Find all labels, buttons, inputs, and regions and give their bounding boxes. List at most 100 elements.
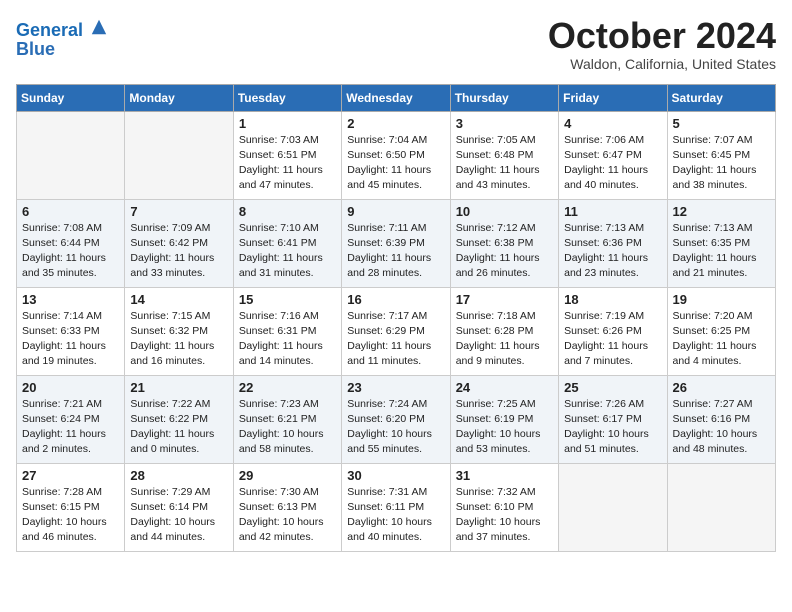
day-number: 12: [673, 204, 770, 219]
day-detail: Sunrise: 7:12 AM Sunset: 6:38 PM Dayligh…: [456, 221, 553, 282]
week-row-1: 1Sunrise: 7:03 AM Sunset: 6:51 PM Daylig…: [17, 111, 776, 199]
calendar-cell: 6Sunrise: 7:08 AM Sunset: 6:44 PM Daylig…: [17, 199, 125, 287]
day-number: 19: [673, 292, 770, 307]
calendar-cell: 29 Sunrise: 7:30 AM Sunset: 6:13 PM Dayli…: [233, 463, 341, 551]
day-number: 3: [456, 116, 553, 131]
calendar-cell: 21Sunrise: 7:22 AM Sunset: 6:22 PM Dayli…: [125, 375, 233, 463]
day-detail: Sunrise: 7:04 AM Sunset: 6:50 PM Dayligh…: [347, 133, 444, 194]
day-detail: Sunrise: 7:19 AM Sunset: 6:26 PM Dayligh…: [564, 309, 661, 370]
calendar-cell: 20 Sunrise: 7:21 AM Sunset: 6:24 PM Dayli…: [17, 375, 125, 463]
day-detail: Sunrise: 7:26 AM Sunset: 6:17 PM Dayligh…: [564, 397, 661, 458]
day-number: 23: [347, 380, 444, 395]
logo-text: General: [16, 16, 108, 41]
day-number: 11: [564, 204, 661, 219]
day-detail: Sunrise: 7:07 AM Sunset: 6:45 PM Dayligh…: [673, 133, 770, 194]
calendar-cell: 1Sunrise: 7:03 AM Sunset: 6:51 PM Daylig…: [233, 111, 341, 199]
day-number: 22: [239, 380, 336, 395]
day-number: 20: [22, 380, 119, 395]
day-detail: Sunrise: 7:23 AM Sunset: 6:21 PM Dayligh…: [239, 397, 336, 458]
calendar-cell: 28 Sunrise: 7:29 AM Sunset: 6:14 PM Dayli…: [125, 463, 233, 551]
day-detail: Sunrise: 7:32 AM Sunset: 6:10 PM Dayligh…: [456, 485, 553, 546]
day-detail: Sunrise: 7:10 AM Sunset: 6:41 PM Dayligh…: [239, 221, 336, 282]
calendar-cell: 25 Sunrise: 7:26 AM Sunset: 6:17 PM Dayli…: [559, 375, 667, 463]
day-detail: Sunrise: 7:13 AM Sunset: 6:35 PM Dayligh…: [673, 221, 770, 282]
day-number: 15: [239, 292, 336, 307]
day-number: 17: [456, 292, 553, 307]
header-sunday: Sunday: [17, 84, 125, 111]
day-detail: Sunrise: 7:06 AM Sunset: 6:47 PM Dayligh…: [564, 133, 661, 194]
day-number: 7: [130, 204, 227, 219]
day-detail: Sunrise: 7:30 AM Sunset: 6:13 PM Dayligh…: [239, 485, 336, 546]
day-detail: Sunrise: 7:18 AM Sunset: 6:28 PM Dayligh…: [456, 309, 553, 370]
day-detail: Sunrise: 7:25 AM Sunset: 6:19 PM Dayligh…: [456, 397, 553, 458]
day-detail: Sunrise: 7:11 AM Sunset: 6:39 PM Dayligh…: [347, 221, 444, 282]
day-detail: Sunrise: 7:17 AM Sunset: 6:29 PM Dayligh…: [347, 309, 444, 370]
day-number: 10: [456, 204, 553, 219]
calendar-cell: 14 Sunrise: 7:15 AM Sunset: 6:32 PM Dayli…: [125, 287, 233, 375]
day-detail: Sunrise: 7:21 AM Sunset: 6:24 PM Dayligh…: [22, 397, 119, 458]
calendar-cell: 13 Sunrise: 7:14 AM Sunset: 6:33 PM Dayli…: [17, 287, 125, 375]
day-detail: Sunrise: 7:13 AM Sunset: 6:36 PM Dayligh…: [564, 221, 661, 282]
day-detail: Sunrise: 7:09 AM Sunset: 6:42 PM Dayligh…: [130, 221, 227, 282]
week-row-3: 13 Sunrise: 7:14 AM Sunset: 6:33 PM Dayli…: [17, 287, 776, 375]
day-number: 26: [673, 380, 770, 395]
day-number: 6: [22, 204, 119, 219]
header-wednesday: Wednesday: [342, 84, 450, 111]
day-detail: Sunrise: 7:03 AM Sunset: 6:51 PM Dayligh…: [239, 133, 336, 194]
logo: General Blue: [16, 16, 108, 60]
day-number: 27: [22, 468, 119, 483]
calendar-cell: 18Sunrise: 7:19 AM Sunset: 6:26 PM Dayli…: [559, 287, 667, 375]
header-monday: Monday: [125, 84, 233, 111]
calendar-cell: 5 Sunrise: 7:07 AM Sunset: 6:45 PM Daylig…: [667, 111, 775, 199]
calendar-cell: 16Sunrise: 7:17 AM Sunset: 6:29 PM Dayli…: [342, 287, 450, 375]
day-number: 24: [456, 380, 553, 395]
calendar-cell: 27 Sunrise: 7:28 AM Sunset: 6:15 PM Dayli…: [17, 463, 125, 551]
calendar-cell: 22 Sunrise: 7:23 AM Sunset: 6:21 PM Dayli…: [233, 375, 341, 463]
day-detail: Sunrise: 7:24 AM Sunset: 6:20 PM Dayligh…: [347, 397, 444, 458]
day-detail: Sunrise: 7:28 AM Sunset: 6:15 PM Dayligh…: [22, 485, 119, 546]
calendar-table: SundayMondayTuesdayWednesdayThursdayFrid…: [16, 84, 776, 552]
day-detail: Sunrise: 7:31 AM Sunset: 6:11 PM Dayligh…: [347, 485, 444, 546]
day-number: 14: [130, 292, 227, 307]
day-number: 31: [456, 468, 553, 483]
calendar-cell: 4 Sunrise: 7:06 AM Sunset: 6:47 PM Daylig…: [559, 111, 667, 199]
calendar-cell: 2Sunrise: 7:04 AM Sunset: 6:50 PM Daylig…: [342, 111, 450, 199]
header-friday: Friday: [559, 84, 667, 111]
day-number: 25: [564, 380, 661, 395]
calendar-cell: 12 Sunrise: 7:13 AM Sunset: 6:35 PM Dayli…: [667, 199, 775, 287]
calendar-cell: 26 Sunrise: 7:27 AM Sunset: 6:16 PM Dayli…: [667, 375, 775, 463]
day-detail: Sunrise: 7:29 AM Sunset: 6:14 PM Dayligh…: [130, 485, 227, 546]
day-number: 4: [564, 116, 661, 131]
calendar-cell: [559, 463, 667, 551]
day-detail: Sunrise: 7:27 AM Sunset: 6:16 PM Dayligh…: [673, 397, 770, 458]
day-detail: Sunrise: 7:22 AM Sunset: 6:22 PM Dayligh…: [130, 397, 227, 458]
day-detail: Sunrise: 7:16 AM Sunset: 6:31 PM Dayligh…: [239, 309, 336, 370]
week-row-4: 20 Sunrise: 7:21 AM Sunset: 6:24 PM Dayli…: [17, 375, 776, 463]
calendar-cell: 8 Sunrise: 7:10 AM Sunset: 6:41 PM Daylig…: [233, 199, 341, 287]
day-number: 28: [130, 468, 227, 483]
month-title: October 2024: [548, 16, 776, 56]
calendar-cell: 11 Sunrise: 7:13 AM Sunset: 6:36 PM Dayli…: [559, 199, 667, 287]
calendar-cell: 9Sunrise: 7:11 AM Sunset: 6:39 PM Daylig…: [342, 199, 450, 287]
calendar-cell: [667, 463, 775, 551]
calendar-cell: 17 Sunrise: 7:18 AM Sunset: 6:28 PM Dayli…: [450, 287, 558, 375]
calendar-cell: 23 Sunrise: 7:24 AM Sunset: 6:20 PM Dayli…: [342, 375, 450, 463]
calendar-cell: 15 Sunrise: 7:16 AM Sunset: 6:31 PM Dayli…: [233, 287, 341, 375]
calendar-cell: 19Sunrise: 7:20 AM Sunset: 6:25 PM Dayli…: [667, 287, 775, 375]
week-row-2: 6Sunrise: 7:08 AM Sunset: 6:44 PM Daylig…: [17, 199, 776, 287]
calendar-cell: [125, 111, 233, 199]
day-detail: Sunrise: 7:05 AM Sunset: 6:48 PM Dayligh…: [456, 133, 553, 194]
calendar-cell: [17, 111, 125, 199]
day-number: 5: [673, 116, 770, 131]
calendar-cell: 7 Sunrise: 7:09 AM Sunset: 6:42 PM Daylig…: [125, 199, 233, 287]
day-detail: Sunrise: 7:14 AM Sunset: 6:33 PM Dayligh…: [22, 309, 119, 370]
calendar-cell: 24 Sunrise: 7:25 AM Sunset: 6:19 PM Dayli…: [450, 375, 558, 463]
day-detail: Sunrise: 7:15 AM Sunset: 6:32 PM Dayligh…: [130, 309, 227, 370]
day-number: 8: [239, 204, 336, 219]
calendar-cell: 31 Sunrise: 7:32 AM Sunset: 6:10 PM Dayli…: [450, 463, 558, 551]
day-number: 29: [239, 468, 336, 483]
header-thursday: Thursday: [450, 84, 558, 111]
logo-icon: [90, 18, 108, 36]
day-number: 13: [22, 292, 119, 307]
week-row-5: 27 Sunrise: 7:28 AM Sunset: 6:15 PM Dayli…: [17, 463, 776, 551]
